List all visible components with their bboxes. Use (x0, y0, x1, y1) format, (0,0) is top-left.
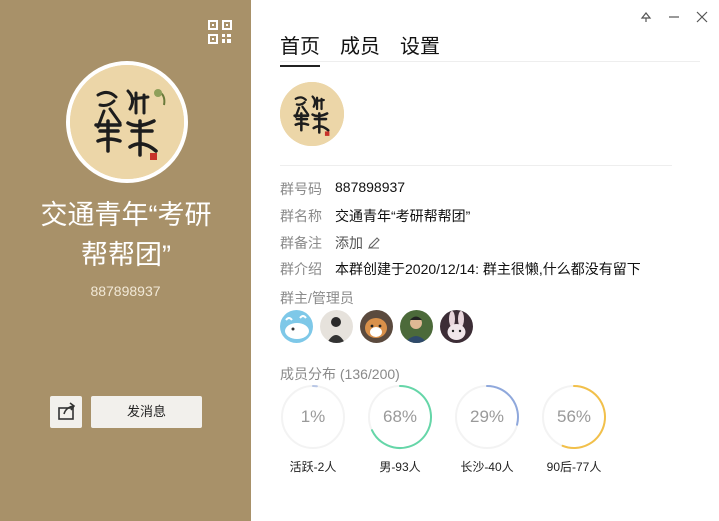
ring-post-90s[interactable]: 56% 90后-77人 (541, 384, 607, 475)
admins-label: 群主/管理员 (280, 290, 354, 306)
distribution-rings: 1% 活跃-2人 68% 男-93人 29% 长沙-40人 56% 90后-77… (280, 384, 607, 475)
send-message-button[interactable]: 发消息 (91, 396, 202, 428)
info-label: 群备注 (280, 235, 322, 251)
info-row-number: 群号码 887898937 (280, 179, 405, 199)
ring-percent: 1% (300, 407, 326, 426)
distribution-label: 成员分布 (136/200) (280, 366, 400, 382)
admin-avatar-person[interactable] (320, 310, 353, 343)
info-row-intro: 群介绍 本群创建于2020/12/14: 群主很懒,什么都没有留下 (280, 259, 641, 279)
info-value: 交通青年“考研帮帮团” (335, 208, 471, 224)
close-icon[interactable] (695, 10, 709, 24)
info-row-remark: 群备注 添加 (280, 233, 381, 253)
info-label: 群号码 (280, 181, 322, 197)
group-name-line-1: 交通青年“考研 (40, 200, 212, 230)
admin-avatar-boy[interactable] (400, 310, 433, 343)
info-value: 887898937 (335, 179, 406, 195)
ring-male[interactable]: 68% 男-93人 (367, 384, 433, 475)
group-name-line-2: 帮帮团” (81, 240, 171, 270)
group-profile-panel: 交通青年“考研 帮帮团” 887898937 发消息 (0, 0, 251, 521)
section-divider (280, 165, 672, 166)
qr-code-icon[interactable] (208, 20, 232, 44)
info-value: 本群创建于2020/12/14: 群主很懒,什么都没有留下 (335, 261, 641, 277)
ring-percent: 68% (382, 407, 418, 426)
tab-divider (280, 61, 700, 62)
ring-caption: 活跃-2人 (289, 460, 337, 474)
share-icon (58, 402, 76, 420)
group-number: 887898937 (90, 283, 161, 299)
group-avatar[interactable] (66, 61, 188, 183)
info-label: 群名称 (280, 208, 322, 224)
share-button[interactable] (50, 396, 82, 428)
add-remark-label: 添加 (335, 235, 363, 251)
ring-caption: 90后-77人 (546, 460, 602, 474)
minimize-icon[interactable] (667, 10, 681, 24)
ring-changsha[interactable]: 29% 长沙-40人 (454, 384, 520, 475)
admin-avatar-dog[interactable] (360, 310, 393, 343)
admin-avatar-whale[interactable] (280, 310, 313, 343)
info-row-name: 群名称 交通青年“考研帮帮团” (280, 206, 470, 226)
ring-percent: 56% (556, 407, 592, 426)
pin-icon[interactable] (639, 10, 653, 24)
add-remark-link[interactable]: 添加 (335, 233, 381, 253)
ring-caption: 长沙-40人 (460, 460, 514, 474)
ring-active[interactable]: 1% 活跃-2人 (280, 384, 346, 475)
group-avatar-small[interactable] (280, 82, 344, 146)
window-controls (639, 10, 709, 24)
info-label: 群介绍 (280, 261, 322, 277)
admin-avatar-rabbit[interactable] (440, 310, 473, 343)
ring-percent: 29% (469, 407, 505, 426)
group-name-heading: 交通青年“考研 帮帮团” (12, 195, 240, 275)
admin-list (280, 310, 473, 343)
edit-icon (367, 236, 381, 253)
ring-caption: 男-93人 (379, 460, 421, 474)
